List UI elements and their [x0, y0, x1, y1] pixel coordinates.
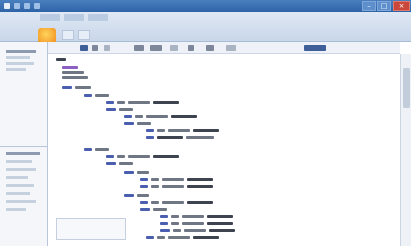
nav-item[interactable]	[6, 56, 30, 59]
nav-item[interactable]	[6, 50, 36, 53]
maximize-button[interactable]: □	[377, 1, 391, 11]
output-panel	[56, 218, 126, 240]
scroll-thumb[interactable]	[403, 68, 410, 108]
nav-item[interactable]	[6, 152, 40, 155]
toolbar-button[interactable]	[206, 45, 214, 51]
toolbar-button[interactable]	[92, 45, 98, 51]
nav-item[interactable]	[6, 62, 34, 65]
quick-access-icon[interactable]	[24, 3, 30, 9]
nav-item[interactable]	[6, 68, 26, 71]
nav-item[interactable]	[6, 168, 36, 171]
toolbar-button[interactable]	[170, 45, 178, 51]
code-line	[62, 84, 94, 90]
editor-toolbar	[48, 42, 400, 54]
code-line	[160, 213, 236, 219]
nav-item[interactable]	[6, 200, 36, 203]
code-line	[56, 56, 69, 62]
code-line	[146, 127, 222, 133]
nav-item[interactable]	[6, 176, 28, 179]
code-line	[146, 134, 217, 140]
ribbon	[0, 12, 411, 44]
code-line	[84, 92, 112, 98]
minimize-button[interactable]: –	[362, 1, 376, 11]
app-icon	[4, 3, 10, 9]
quick-access-icon[interactable]	[34, 3, 40, 9]
code-line	[160, 220, 236, 226]
code-line	[84, 146, 112, 152]
code-line	[140, 206, 170, 212]
ribbon-tab[interactable]	[40, 14, 60, 21]
code-line	[106, 99, 182, 105]
quick-access-icon[interactable]	[14, 3, 20, 9]
title-bar: – □ ×	[0, 0, 411, 12]
nav-item[interactable]	[6, 160, 32, 163]
code-line	[124, 192, 152, 198]
ribbon-button[interactable]	[78, 30, 90, 40]
code-line	[106, 153, 182, 159]
close-button[interactable]: ×	[393, 1, 410, 11]
ribbon-button[interactable]	[62, 30, 74, 40]
vertical-scrollbar[interactable]	[400, 54, 411, 246]
toolbar-button[interactable]	[304, 45, 326, 51]
code-line	[106, 160, 136, 166]
toolbar-button[interactable]	[134, 45, 144, 51]
code-line	[124, 113, 200, 119]
nav-item[interactable]	[6, 184, 34, 187]
left-pane	[0, 42, 48, 246]
toolbar-button[interactable]	[188, 45, 194, 51]
code-line	[160, 227, 238, 233]
code-line	[140, 199, 216, 205]
toolbar-button[interactable]	[104, 45, 110, 51]
ribbon-tab[interactable]	[64, 14, 84, 21]
code-editor[interactable]	[48, 42, 400, 246]
ribbon-tab[interactable]	[88, 14, 108, 21]
nav-item[interactable]	[6, 192, 30, 195]
toolbar-button[interactable]	[150, 45, 162, 51]
code-line	[62, 74, 91, 80]
code-line	[106, 106, 136, 112]
code-line	[124, 120, 154, 126]
nav-item[interactable]	[6, 208, 26, 211]
code-line	[140, 183, 216, 189]
code-line	[146, 234, 222, 240]
code-line	[124, 169, 152, 175]
toolbar-button[interactable]	[80, 45, 88, 51]
pane-divider	[0, 146, 48, 147]
toolbar-button[interactable]	[226, 45, 236, 51]
code-line	[140, 176, 216, 182]
